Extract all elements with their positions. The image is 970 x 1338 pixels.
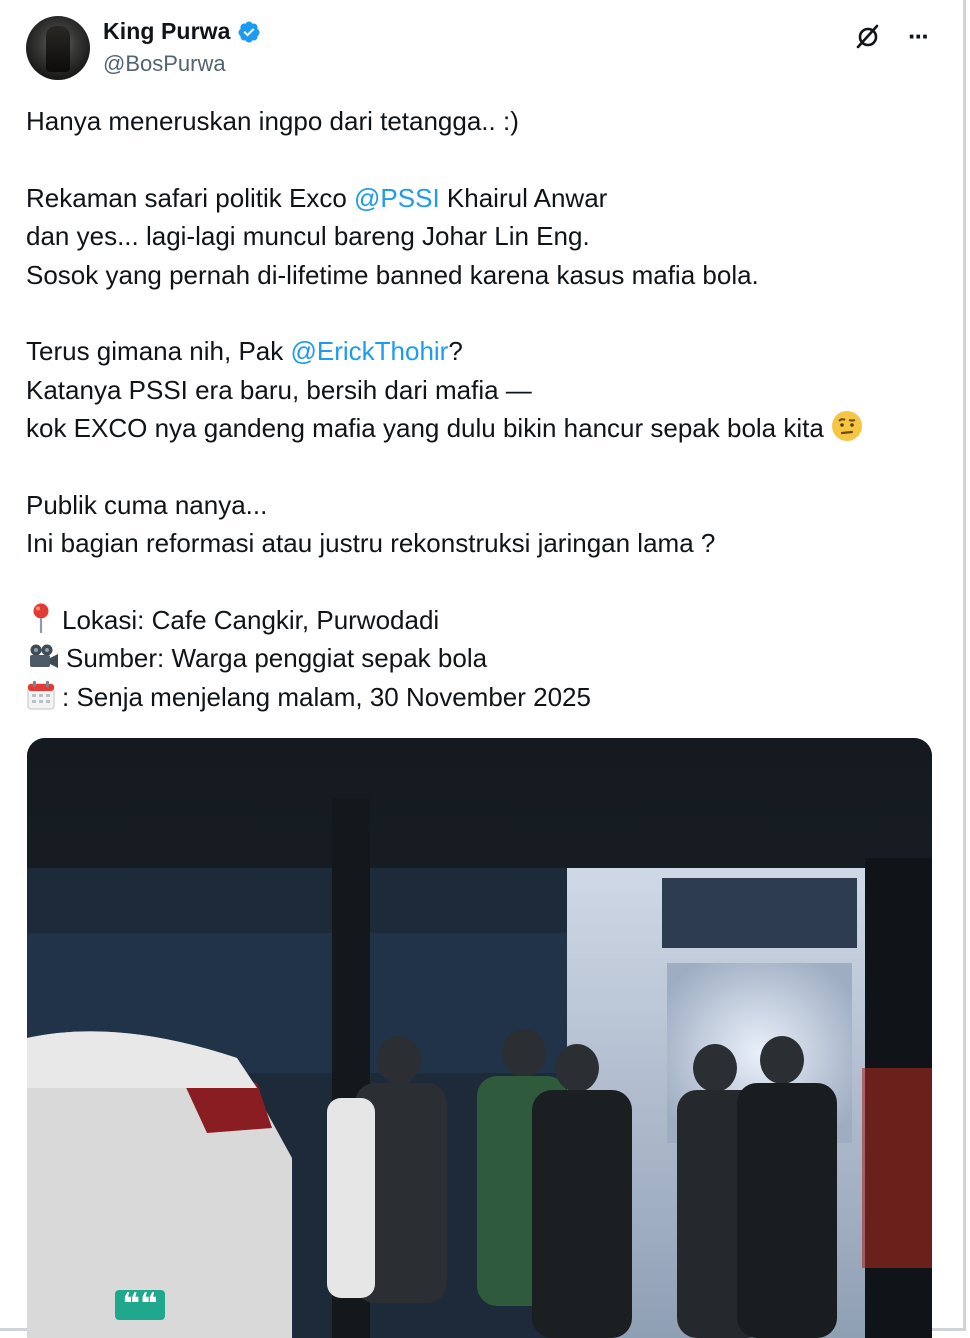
tweet-line: kok EXCO nya gandeng mafia yang dulu bik… bbox=[26, 409, 941, 447]
grok-icon[interactable] bbox=[854, 22, 882, 50]
tweet-text: Hanya meneruskan ingpo dari tetangga.. :… bbox=[26, 102, 941, 716]
tweet-line: Hanya meneruskan ingpo dari tetangga.. :… bbox=[26, 106, 519, 136]
mention-erickthohir[interactable]: @ErickThohir bbox=[290, 336, 448, 366]
calendar-icon bbox=[26, 679, 56, 721]
tweet-line: Publik cuma nanya... bbox=[26, 489, 268, 520]
avatar[interactable] bbox=[26, 16, 90, 80]
tweet-line: Ini bagian reformasi atau justru rekonst… bbox=[26, 528, 716, 559]
author-handle[interactable]: @BosPurwa bbox=[103, 51, 226, 77]
tweet-line: dan yes... lagi-lagi muncul bareng Johar… bbox=[26, 221, 590, 252]
raised-eyebrow-emoji-icon bbox=[831, 410, 863, 452]
mention-pssi[interactable]: @PSSI bbox=[354, 183, 440, 213]
tweet-line-source: Sumber: Warga penggiat sepak bola bbox=[26, 639, 941, 677]
video-badge: ❝❝ bbox=[115, 1290, 165, 1320]
tweet-line: Sosok yang pernah di-lifetime banned kar… bbox=[26, 259, 759, 290]
tweet-line-date: : Senja menjelang malam, 30 November 202… bbox=[26, 678, 941, 716]
round-pushpin-icon bbox=[26, 602, 56, 644]
tweet-header: King Purwa @BosPurwa ··· bbox=[26, 14, 936, 84]
tweet-line: Rekaman safari politik Exco @PSSI Khairu… bbox=[26, 182, 608, 213]
more-icon[interactable]: ··· bbox=[904, 21, 932, 51]
video-media[interactable] bbox=[27, 738, 932, 1338]
author-name-row: King Purwa bbox=[103, 18, 261, 45]
tweet-line-location: Lokasi: Cafe Cangkir, Purwodadi bbox=[26, 601, 941, 639]
video-frame-image bbox=[27, 738, 932, 1338]
header-actions: ··· bbox=[854, 21, 932, 51]
tweet-line: Katanya PSSI era baru, bersih dari mafia… bbox=[26, 374, 532, 405]
tweet-line: Terus gimana nih, Pak @ErickThohir? bbox=[26, 336, 463, 367]
verified-badge-icon bbox=[238, 21, 260, 42]
author-name[interactable]: King Purwa bbox=[103, 18, 231, 45]
movie-camera-icon bbox=[26, 642, 60, 682]
